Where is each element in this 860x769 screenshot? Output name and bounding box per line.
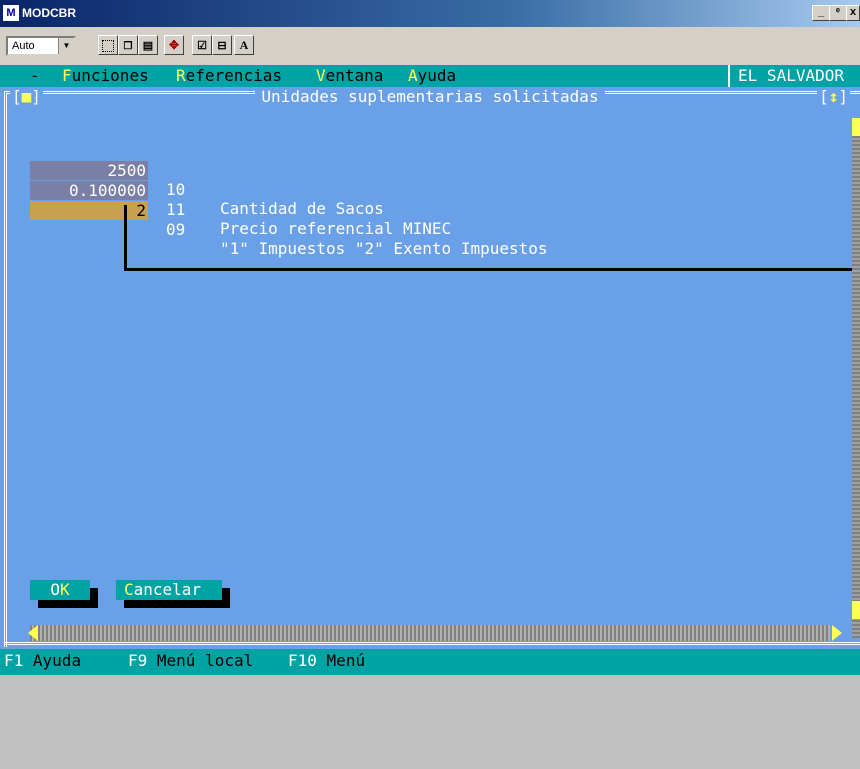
menu-key[interactable]: F10 Menú	[288, 649, 365, 673]
horizontal-scrollbar[interactable]	[30, 625, 830, 641]
button-shadow	[222, 588, 230, 602]
country-label: EL SALVADOR	[728, 65, 852, 87]
dialog-zoom-box[interactable]: [↕]	[817, 87, 850, 106]
menu-referencias[interactable]: Referencias	[176, 65, 282, 87]
fullscreen-icon[interactable]: ✥	[164, 35, 184, 55]
scroll-down-icon[interactable]	[852, 601, 860, 619]
select-icon[interactable]	[98, 35, 118, 55]
font-size-value: Auto	[12, 40, 35, 52]
app-icon[interactable]: M	[3, 5, 19, 21]
console-screen: - Funciones Referencias Ventana Ayuda EL…	[0, 65, 860, 675]
cancel-button[interactable]: Cancelar	[116, 580, 222, 600]
field-label: Cantidad de Sacos	[220, 199, 384, 218]
field-row: 2 09 "1" Impuestos "2" Exento Impuestos	[30, 182, 548, 258]
dialog-frame-bottom	[4, 642, 860, 648]
unit-code: 09	[166, 220, 186, 239]
properties-icon[interactable]: ☑	[192, 35, 212, 55]
button-shadow	[124, 600, 230, 608]
callout-line	[124, 268, 860, 271]
unit-code: 11	[166, 200, 186, 219]
close-button[interactable]: x	[846, 5, 860, 21]
chevron-down-icon[interactable]: ▼	[58, 38, 74, 54]
menu-ventana[interactable]: Ventana	[316, 65, 383, 87]
callout-line	[124, 205, 127, 270]
system-menu[interactable]: -	[30, 65, 40, 87]
button-shadow	[38, 600, 98, 608]
font-icon[interactable]: A	[234, 35, 254, 55]
vertical-scrollbar[interactable]	[852, 118, 860, 638]
field-row: 2500 10 Cantidad de Sacos	[30, 142, 384, 218]
paste-icon[interactable]: ▤	[138, 35, 158, 55]
field-row: 0.100000 11 Precio referencial MINEC	[30, 162, 451, 238]
copy-icon[interactable]: ❐	[118, 35, 138, 55]
ok-button[interactable]: OK	[30, 580, 90, 600]
title-bar: M MODCBR _ ᵉ x	[0, 0, 860, 27]
button-shadow	[90, 588, 98, 602]
menu-bar: - Funciones Referencias Ventana Ayuda EL…	[0, 65, 860, 87]
field-label: "1" Impuestos "2" Exento Impuestos	[220, 239, 548, 258]
dialog-title: Unidades suplementarias solicitadas	[0, 87, 860, 107]
menu-funciones[interactable]: Funciones	[62, 65, 149, 87]
scroll-up-icon[interactable]	[852, 118, 860, 136]
status-bar: F1 Ayuda F9 Menú local F10 Menú	[0, 649, 860, 675]
field-label: Precio referencial MINEC	[220, 219, 452, 238]
maximize-button[interactable]: ᵉ	[829, 5, 847, 21]
background-icon[interactable]: ⊟	[212, 35, 232, 55]
toolbar: Auto ▼ ❐ ▤ ✥ ☑ ⊟ A	[0, 27, 860, 66]
unit-code: 10	[166, 180, 186, 199]
tax-field[interactable]: 2	[30, 201, 148, 220]
menu-ayuda[interactable]: Ayuda	[408, 65, 456, 87]
minimize-button[interactable]: _	[812, 5, 830, 21]
window-title: MODCBR	[22, 6, 76, 20]
font-size-select[interactable]: Auto ▼	[6, 36, 76, 56]
help-key[interactable]: F1 Ayuda	[4, 649, 81, 673]
local-menu-key[interactable]: F9 Menú local	[128, 649, 253, 673]
